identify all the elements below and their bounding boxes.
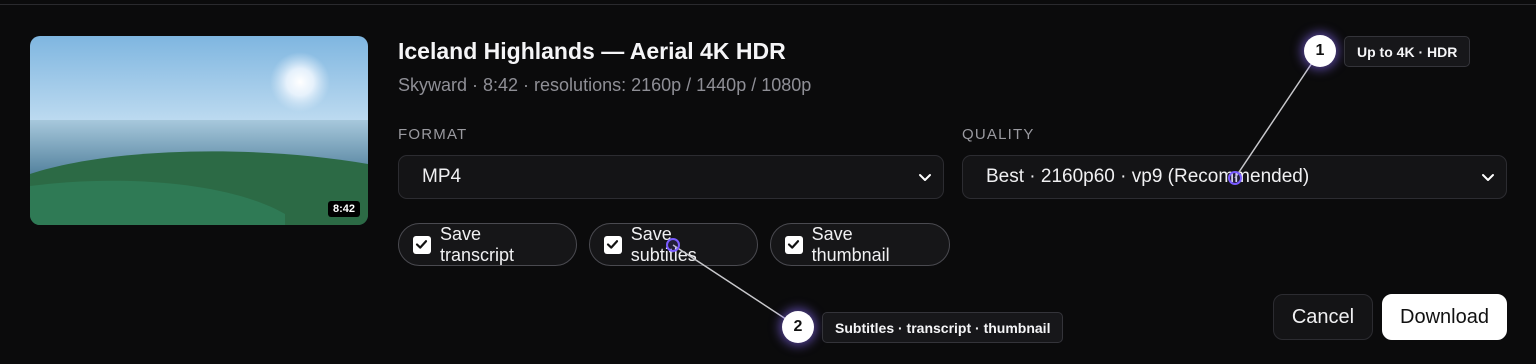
annotation-target-2	[666, 238, 680, 252]
chevron-down-icon	[919, 174, 931, 181]
download-button[interactable]: Download	[1382, 294, 1507, 340]
annotation-callout-1: Up to 4K · HDR	[1344, 36, 1471, 67]
annotation-badge-1: 1	[1304, 35, 1336, 67]
chevron-down-icon	[1482, 174, 1494, 181]
annotation-callout-2: Subtitles · transcript · thumbnail	[822, 312, 1064, 343]
save-thumbnail-toggle[interactable]: Save thumbnail	[770, 223, 950, 266]
checkbox-checked-icon[interactable]	[413, 235, 431, 254]
format-label: FORMAT	[398, 126, 468, 143]
annotation-target-1	[1228, 171, 1242, 185]
top-divider	[0, 4, 1536, 5]
annotation-badge-2: 2	[782, 311, 814, 343]
duration-badge: 8:42	[327, 201, 360, 217]
quality-value: Best · 2160p60 · vp9 (Recommended)	[986, 166, 1310, 187]
save-thumbnail-label: Save thumbnail	[811, 223, 890, 265]
checkbox-checked-icon[interactable]	[785, 235, 803, 254]
save-subtitles-label: Save subtitles	[630, 223, 697, 265]
thumbnail-image	[30, 36, 368, 225]
quality-label: QUALITY	[962, 126, 1035, 143]
checkbox-checked-icon[interactable]	[604, 235, 622, 254]
save-transcript-label: Save transcript	[439, 223, 515, 265]
video-thumbnail[interactable]: 8:42	[30, 36, 368, 225]
format-select[interactable]: MP4	[398, 155, 944, 199]
save-transcript-toggle[interactable]: Save transcript	[398, 223, 577, 266]
video-meta: Skyward · 8:42 · resolutions: 2160p / 14…	[398, 75, 812, 95]
video-title: Iceland Highlands — Aerial 4K HDR	[398, 38, 786, 64]
format-value: MP4	[422, 166, 462, 187]
cancel-button[interactable]: Cancel	[1273, 294, 1373, 340]
